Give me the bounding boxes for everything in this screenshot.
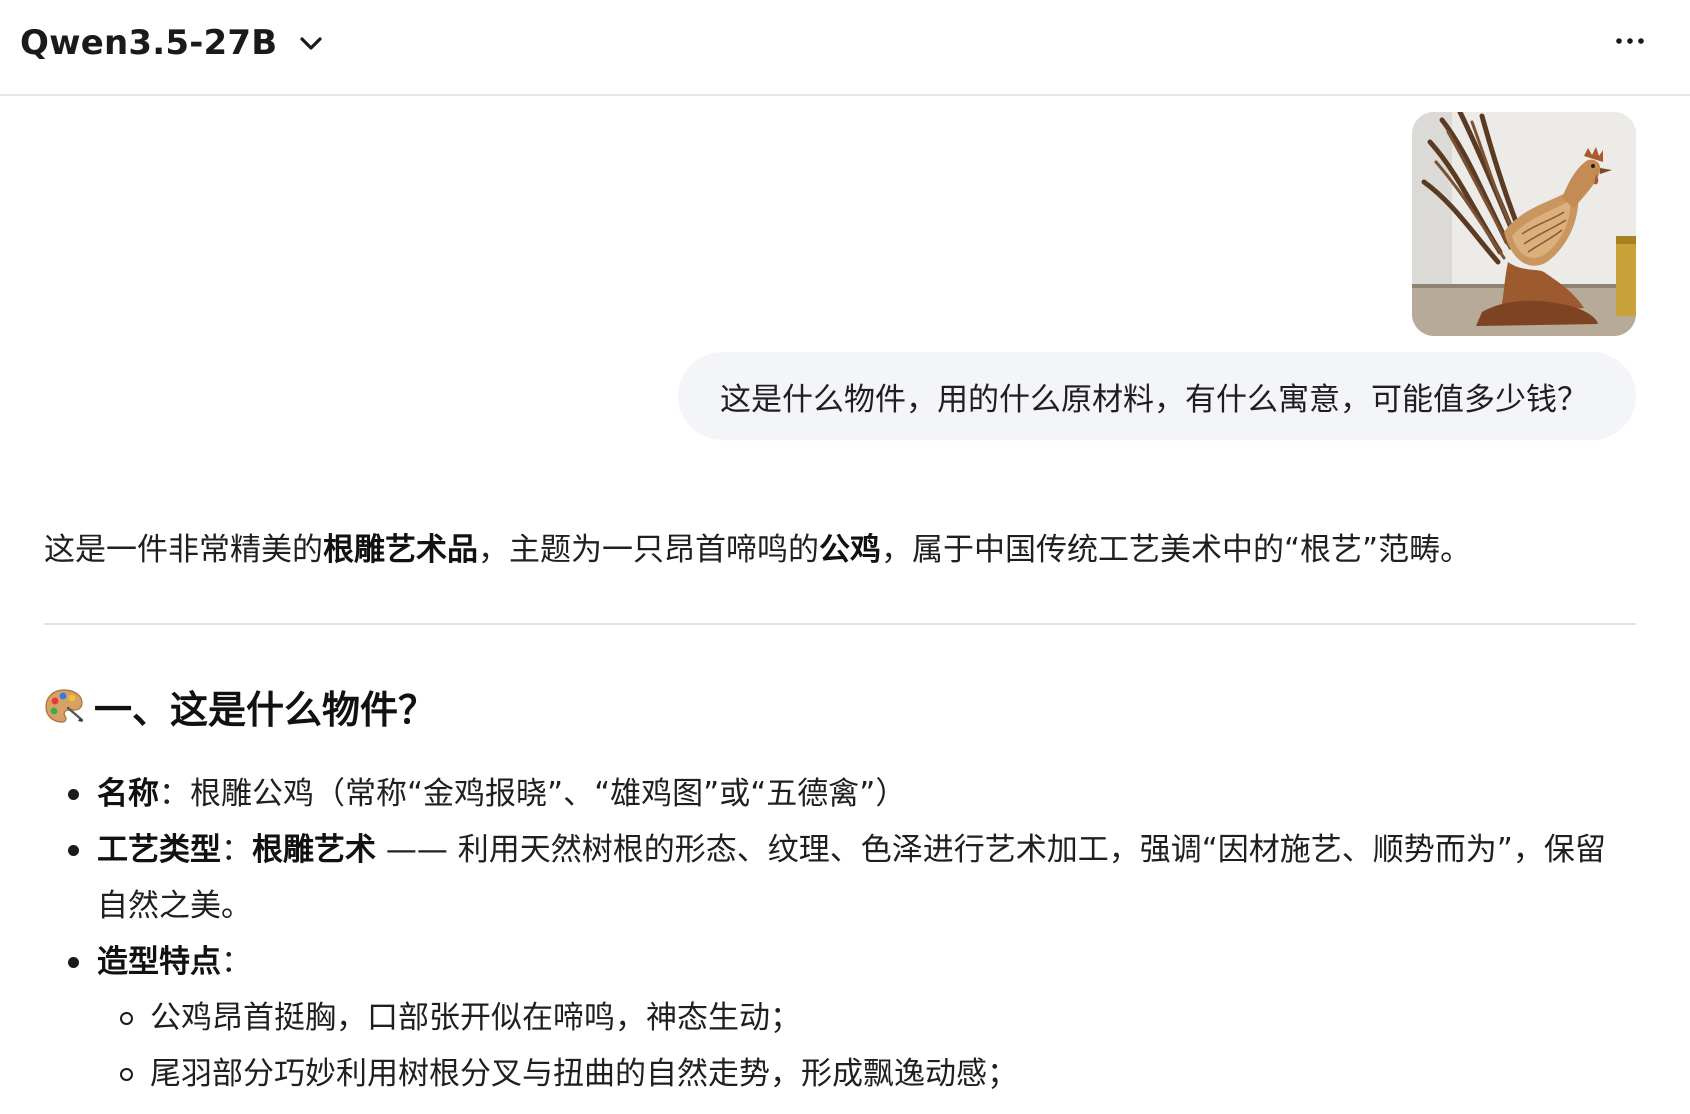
- item-bold-text: 根雕艺术: [252, 832, 376, 868]
- item-separator: ：: [221, 944, 252, 980]
- artist-palette-icon: [44, 686, 84, 726]
- divider: [44, 623, 1636, 625]
- sub-item-text: 公鸡昂首挺胸，口部张开似在啼鸣，神态生动；: [150, 1000, 801, 1036]
- intro-bold-1: 根雕艺术品: [323, 532, 478, 568]
- bullet-dot: [68, 957, 79, 968]
- item-text: 根雕公鸡（常称“金鸡报晓”、“雄鸡图”或“五德禽”）: [190, 776, 907, 812]
- user-message-bubble: 这是什么物件，用的什么原材料，有什么寓意，可能值多少钱？: [678, 352, 1636, 440]
- item-label: 造型特点: [97, 944, 221, 980]
- bullet-dot: [68, 789, 79, 800]
- bullet-ring: [120, 1012, 133, 1025]
- section-title: 一、这是什么物件？: [94, 687, 437, 732]
- intro-text-1: 这是一件非常精美的: [44, 532, 323, 568]
- sub-list-item: 尾羽部分巧妙利用树根分叉与扭曲的自然走势，形成飘逸动感；: [44, 1046, 1624, 1102]
- sub-item-text: 尾羽部分巧妙利用树根分叉与扭曲的自然走势，形成飘逸动感；: [150, 1056, 1018, 1092]
- model-selector[interactable]: Qwen3.5-27B: [20, 18, 325, 68]
- user-message-text: 这是什么物件，用的什么原材料，有什么寓意，可能值多少钱？: [720, 381, 1588, 418]
- assistant-answer: 这是一件非常精美的根雕艺术品，主题为一只昂首啼鸣的公鸡，属于中国传统工艺美术中的…: [44, 520, 1636, 580]
- bullet-ring: [120, 1068, 133, 1081]
- model-name: Qwen3.5-27B: [20, 23, 278, 63]
- item-separator: ：: [221, 832, 252, 868]
- bullet-dot: [68, 845, 79, 856]
- intro-text-3: ，属于中国传统工艺美术中的“根艺”范畴。: [881, 532, 1472, 568]
- section-heading: 一、这是什么物件？: [44, 676, 436, 736]
- uploaded-image[interactable]: [1412, 112, 1636, 336]
- list-item: 造型特点：: [44, 934, 1624, 990]
- top-bar: Qwen3.5-27B: [0, 0, 1690, 96]
- chevron-down-icon[interactable]: [297, 29, 325, 57]
- intro-bold-2: 公鸡: [819, 532, 881, 568]
- intro-text-2: ，主题为一只昂首啼鸣的: [478, 532, 819, 568]
- list-item: 名称：根雕公鸡（常称“金鸡报晓”、“雄鸡图”或“五德禽”）: [44, 766, 1624, 822]
- list-item: 工艺类型：根雕艺术 —— 利用天然树根的形态、纹理、色泽进行艺术加工，强调“因材…: [44, 822, 1624, 934]
- item-label: 工艺类型: [97, 832, 221, 868]
- answer-intro: 这是一件非常精美的根雕艺术品，主题为一只昂首啼鸣的公鸡，属于中国传统工艺美术中的…: [44, 520, 1636, 580]
- more-horizontal-icon[interactable]: [1610, 26, 1650, 56]
- item-separator: ：: [159, 776, 190, 812]
- sub-list-item: 公鸡昂首挺胸，口部张开似在啼鸣，神态生动；: [44, 990, 1624, 1046]
- feature-list: 名称：根雕公鸡（常称“金鸡报晓”、“雄鸡图”或“五德禽”） 工艺类型：根雕艺术 …: [44, 766, 1624, 1102]
- item-label: 名称: [97, 776, 159, 812]
